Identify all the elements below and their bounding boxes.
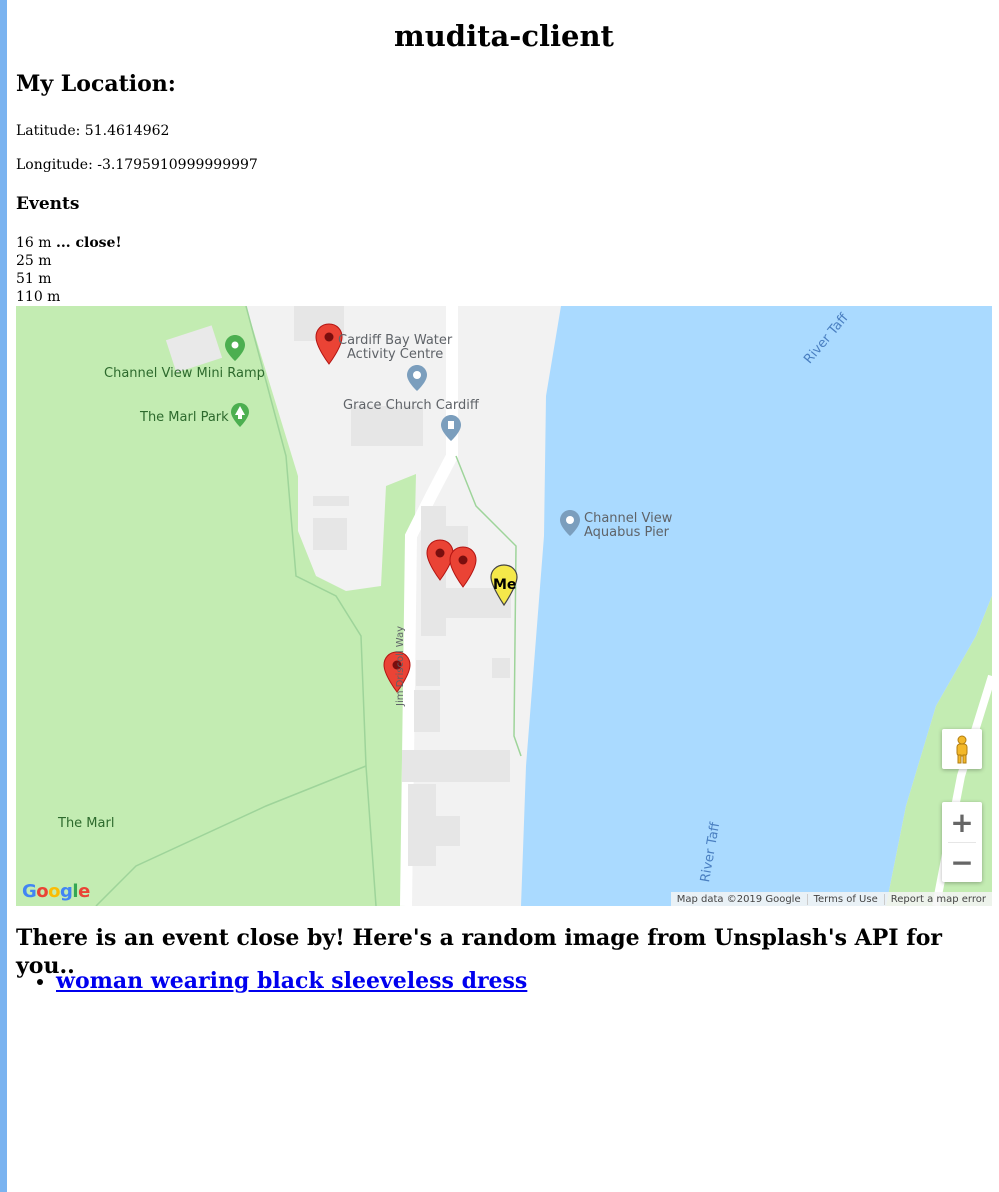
image-list: woman wearing black sleeveless dress [16, 968, 527, 994]
pier-poi-icon[interactable] [559, 509, 581, 537]
zoom-in-button[interactable]: + [942, 802, 982, 842]
church-poi-icon[interactable] [440, 414, 462, 442]
terms-of-use-link[interactable]: Terms of Use [806, 893, 884, 905]
location-heading: My Location: [16, 71, 176, 97]
google-map[interactable]: Me Cardiff Bay Water Activity Centre Cha… [16, 306, 992, 906]
report-map-error-link[interactable]: Report a map error [883, 893, 992, 905]
street-view-pegman-button[interactable] [942, 729, 982, 769]
list-item: woman wearing black sleeveless dress [56, 968, 527, 994]
me-marker-label: Me [493, 577, 517, 593]
map-attribution: Map data ©2019 Google Terms of Use Repor… [670, 892, 992, 906]
zoom-out-button[interactable]: − [942, 842, 982, 882]
page-content: mudita-client My Location: Latitude: 51.… [16, 0, 992, 994]
event-item: 51 m [16, 271, 52, 287]
poi-pin-icon[interactable] [406, 364, 428, 392]
event-item: 25 m [16, 253, 52, 269]
event-item: 110 m [16, 289, 61, 305]
map-data-credit: Map data ©2019 Google [676, 893, 801, 905]
park-poi-icon[interactable] [224, 334, 246, 362]
map-label-aquabus: Channel View Aquabus Pier [584, 511, 673, 540]
image-link[interactable]: woman wearing black sleeveless dress [56, 968, 527, 994]
map-label-water-centre: Cardiff Bay Water Activity Centre [338, 333, 453, 362]
map-label-marl-park: The Marl Park [140, 410, 229, 425]
events-list: 16 m ... close! 25 m 51 m 110 m [16, 234, 122, 306]
longitude-text: Longitude: -3.1795910999999997 [16, 157, 258, 173]
event-item: 16 m ... close! [16, 235, 122, 251]
latitude-text: Latitude: 51.4614962 [16, 123, 170, 139]
google-logo: Google [22, 881, 90, 902]
map-label-road: Jim Driscoll Way [395, 625, 406, 706]
pegman-icon [956, 735, 968, 764]
zoom-controls: + − [942, 802, 982, 882]
map-canvas [16, 306, 992, 906]
events-heading: Events [16, 194, 80, 214]
left-accent-bar [0, 0, 7, 1192]
map-label-grace-church: Grace Church Cardiff [343, 398, 479, 413]
map-label-mini-ramp: Channel View Mini Ramp [104, 366, 265, 381]
page-title: mudita-client [394, 19, 614, 53]
map-label-the-marl: The Marl [58, 816, 115, 831]
tree-poi-icon[interactable] [230, 402, 250, 428]
event-marker-icon[interactable] [449, 546, 477, 588]
